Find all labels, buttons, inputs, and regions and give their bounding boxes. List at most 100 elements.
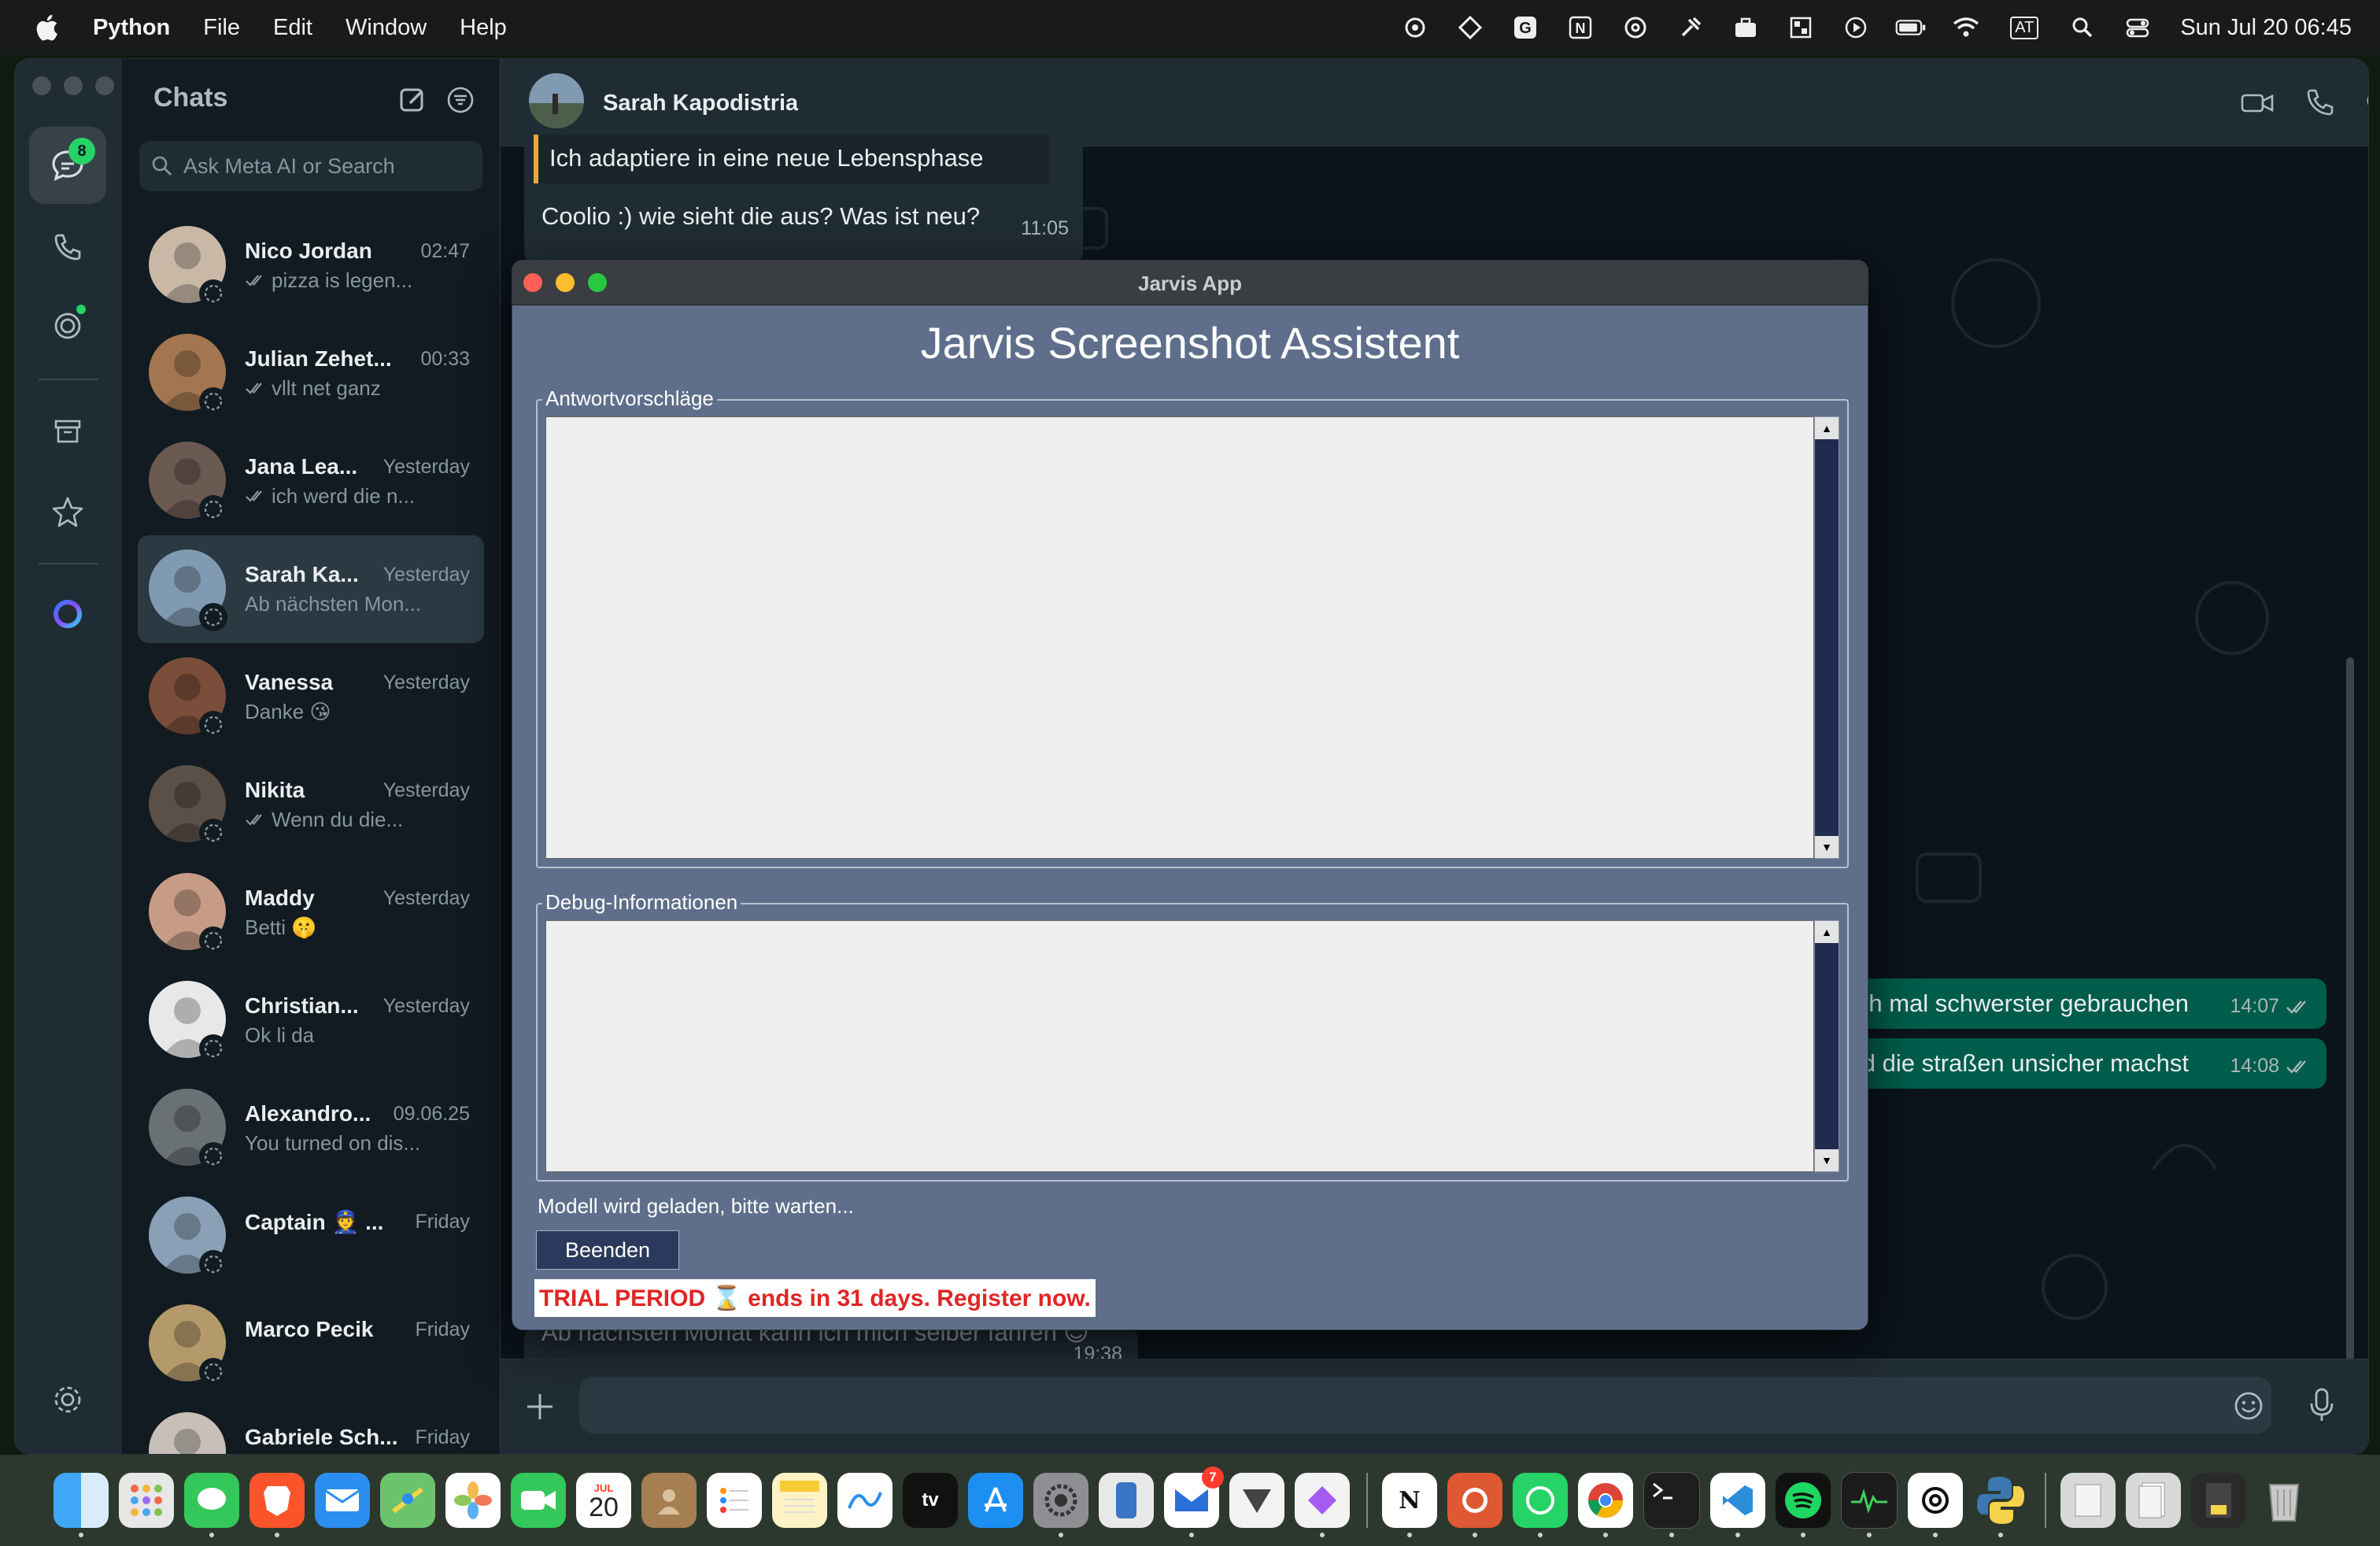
- notion-icon[interactable]: N: [1382, 1473, 1437, 1537]
- chat-row[interactable]: Sarah Ka... Yesterday Ab nächsten Mon...: [138, 535, 484, 643]
- suggestions-scrollbar[interactable]: ▲ ▼: [1814, 416, 1839, 859]
- rail-chats-button[interactable]: 8: [29, 127, 106, 204]
- keyboard-layout-icon[interactable]: AT: [2005, 12, 2043, 43]
- new-chat-icon[interactable]: [397, 84, 429, 116]
- grammarly-status-icon[interactable]: G: [1510, 12, 1541, 43]
- mail-icon[interactable]: [315, 1473, 370, 1528]
- app-store-icon[interactable]: [968, 1473, 1023, 1528]
- tools-status-icon[interactable]: [1675, 12, 1706, 43]
- diamond-status-icon[interactable]: [1454, 12, 1486, 43]
- notes-icon[interactable]: [772, 1473, 827, 1528]
- finder-icon[interactable]: [54, 1473, 109, 1537]
- quit-button[interactable]: Beenden: [536, 1230, 679, 1270]
- close-window-button[interactable]: [32, 76, 51, 95]
- chat-row[interactable]: Jana Lea... Yesterday ich werd die n...: [138, 427, 484, 535]
- downloads-stack-icon[interactable]: [2060, 1473, 2116, 1528]
- spotify-icon[interactable]: [1776, 1473, 1831, 1537]
- debug-scrollbar[interactable]: ▲ ▼: [1814, 920, 1839, 1172]
- chat-row[interactable]: Gabriele Sch... Friday: [138, 1398, 484, 1454]
- wifi-status-icon[interactable]: [1950, 12, 1982, 43]
- chat-row[interactable]: Christian... Yesterday Ok li da: [138, 967, 484, 1074]
- chat-row[interactable]: Vanessa Yesterday Danke 😘: [138, 643, 484, 751]
- attach-plus-icon[interactable]: [523, 1389, 557, 1424]
- suggestions-textarea[interactable]: [545, 416, 1814, 859]
- menu-window[interactable]: Window: [346, 15, 427, 41]
- calendar-icon[interactable]: JUL 20: [576, 1473, 631, 1528]
- terminal-icon[interactable]: [1643, 1472, 1700, 1537]
- freeform-icon[interactable]: [837, 1473, 893, 1528]
- chat-row[interactable]: Alexandro... 09.06.25 You turned on dis...: [138, 1074, 484, 1182]
- rail-starred-button[interactable]: [29, 473, 106, 550]
- iphone-mirroring-icon[interactable]: [1099, 1473, 1154, 1528]
- zoom-window-button[interactable]: [95, 76, 114, 95]
- battery-status-icon[interactable]: [1895, 12, 1927, 43]
- rail-settings-button[interactable]: [29, 1361, 106, 1438]
- python-launcher-icon[interactable]: [1973, 1473, 2028, 1537]
- layout-status-icon[interactable]: [1785, 12, 1816, 43]
- facetime-icon[interactable]: [511, 1473, 566, 1528]
- emoji-icon[interactable]: [2232, 1389, 2265, 1422]
- contacts-icon[interactable]: [641, 1473, 697, 1528]
- contact-avatar[interactable]: [529, 73, 584, 128]
- menu-help[interactable]: Help: [460, 15, 507, 41]
- scroll-up-arrow-icon[interactable]: ▲: [1815, 417, 1839, 439]
- chrome-icon[interactable]: [1578, 1473, 1633, 1537]
- notion-status-icon[interactable]: N: [1565, 12, 1596, 43]
- duckduckgo-icon[interactable]: [1447, 1473, 1502, 1537]
- microphone-icon[interactable]: [2308, 1386, 2336, 1424]
- threads-status-icon[interactable]: [1620, 12, 1651, 43]
- conversation-scrollbar[interactable]: [2346, 657, 2354, 1366]
- maps-icon[interactable]: [380, 1473, 435, 1528]
- whatsapp-icon[interactable]: [1513, 1473, 1568, 1537]
- scroll-up-arrow-icon[interactable]: ▲: [1815, 921, 1839, 943]
- message-input[interactable]: [579, 1377, 2271, 1433]
- rail-archive-button[interactable]: [29, 393, 106, 470]
- video-call-icon[interactable]: [2240, 87, 2275, 119]
- briefcase-status-icon[interactable]: [1730, 12, 1761, 43]
- vscode-icon[interactable]: [1710, 1473, 1765, 1537]
- chatgpt-status-icon[interactable]: [1399, 12, 1431, 43]
- incoming-message-bubble[interactable]: Ich adaptiere in eine neue Lebensphase C…: [524, 135, 1083, 264]
- vpn-icon[interactable]: [1229, 1473, 1284, 1528]
- jarvis-titlebar[interactable]: Jarvis App: [512, 261, 1868, 305]
- debug-textarea[interactable]: [545, 920, 1814, 1172]
- control-center-icon[interactable]: [2122, 12, 2153, 43]
- chat-row[interactable]: Nico Jordan 02:47 pizza is legen...: [138, 212, 484, 320]
- voice-call-icon[interactable]: [2303, 87, 2338, 119]
- shortcuts-icon[interactable]: [1295, 1473, 1350, 1537]
- apple-tv-icon[interactable]: tv: [903, 1473, 958, 1528]
- menu-clock[interactable]: Sun Jul 20 06:45: [2180, 15, 2352, 41]
- documents-stack-icon[interactable]: [2126, 1473, 2181, 1528]
- rail-status-button[interactable]: [29, 287, 106, 364]
- menu-file[interactable]: File: [203, 15, 240, 41]
- photos-icon[interactable]: [445, 1473, 501, 1528]
- scroll-down-arrow-icon[interactable]: ▼: [1815, 836, 1839, 858]
- search-messages-icon[interactable]: [2363, 87, 2368, 119]
- system-settings-icon[interactable]: [1033, 1473, 1088, 1537]
- rail-calls-button[interactable]: [29, 209, 106, 286]
- chat-row[interactable]: Maddy Yesterday Betti 🤫: [138, 859, 484, 967]
- contact-name[interactable]: Sarah Kapodistria: [603, 91, 798, 117]
- chat-row[interactable]: Marco Pecik Friday: [138, 1290, 484, 1398]
- messages-icon[interactable]: [184, 1473, 239, 1537]
- chat-row[interactable]: Captain 👮 ... Friday: [138, 1182, 484, 1290]
- search-input[interactable]: Ask Meta AI or Search: [139, 141, 482, 191]
- filter-icon[interactable]: [445, 84, 476, 116]
- brave-browser-icon[interactable]: [249, 1473, 305, 1537]
- trash-icon[interactable]: [2256, 1473, 2312, 1528]
- apple-icon[interactable]: [33, 13, 60, 42]
- chat-row[interactable]: Julian Zehet... 00:33 vllt net ganz: [138, 320, 484, 427]
- play-status-icon[interactable]: [1840, 12, 1872, 43]
- activity-monitor-icon[interactable]: [1841, 1472, 1898, 1537]
- menu-app-name[interactable]: Python: [93, 15, 170, 41]
- reminders-icon[interactable]: [707, 1473, 762, 1528]
- recent-files-stack-icon[interactable]: [2191, 1473, 2246, 1528]
- menu-edit[interactable]: Edit: [273, 15, 312, 41]
- chat-row[interactable]: Nikita Yesterday Wenn du die...: [138, 751, 484, 859]
- spark-mail-icon[interactable]: 7: [1164, 1466, 1224, 1537]
- spotlight-search-icon[interactable]: [2067, 12, 2098, 43]
- minimize-window-button[interactable]: [64, 76, 83, 95]
- launchpad-icon[interactable]: [119, 1473, 174, 1528]
- scroll-down-arrow-icon[interactable]: ▼: [1815, 1149, 1839, 1171]
- chatgpt-icon[interactable]: [1908, 1473, 1963, 1537]
